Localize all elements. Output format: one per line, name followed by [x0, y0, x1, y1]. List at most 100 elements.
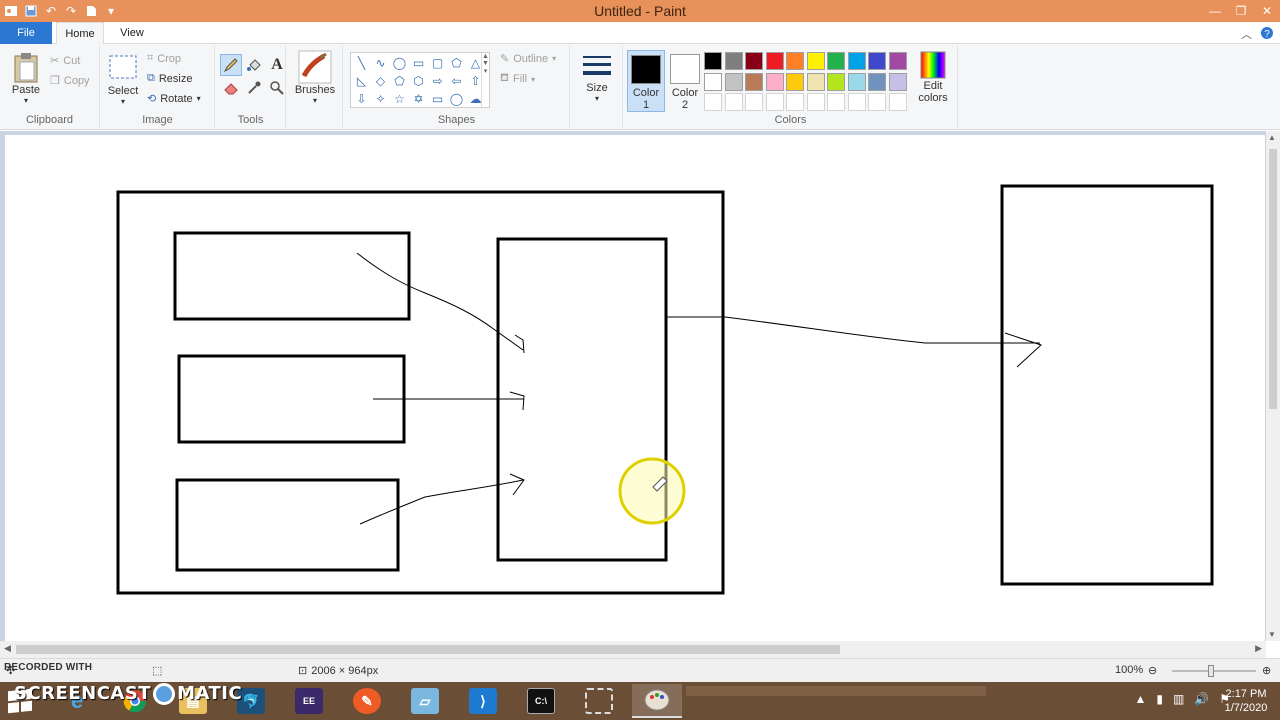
palette-swatch[interactable] [847, 52, 866, 70]
scroll-up-icon[interactable]: ▲ [1268, 133, 1276, 142]
paste-dropdown-icon[interactable]: ▾ [24, 96, 28, 105]
palette-swatch[interactable] [868, 72, 886, 91]
taskbar-notepad[interactable]: ▱ [400, 684, 450, 718]
scroll-down-icon[interactable]: ▼ [1268, 630, 1276, 639]
redo-icon[interactable]: ↷ [64, 4, 78, 18]
select-button[interactable]: Select ▾ [107, 54, 139, 106]
palette-swatch[interactable] [888, 72, 907, 91]
taskbar-paint[interactable] [632, 684, 682, 718]
drawing-canvas[interactable] [5, 135, 1265, 641]
palette-custom-swatch[interactable] [786, 93, 804, 111]
palette-custom-swatch[interactable] [765, 93, 784, 111]
magnifier-icon[interactable] [266, 77, 288, 99]
five-point-star-shape-icon[interactable]: ☆ [390, 90, 409, 108]
hexagon-shape-icon[interactable]: ⬡ [409, 72, 428, 90]
color2-button[interactable]: Color 2 [666, 50, 704, 112]
taskbar-cmd[interactable]: C:\ [516, 684, 566, 718]
palette-swatch[interactable] [765, 52, 784, 70]
right-triangle-shape-icon[interactable]: ◺ [352, 72, 371, 90]
palette-swatch[interactable] [724, 52, 743, 70]
horizontal-scroll-thumb[interactable] [16, 645, 840, 654]
shapes-scroll[interactable]: ▲ ▼ ▾ [481, 53, 489, 107]
right-arrow-shape-icon[interactable]: ⇨ [428, 72, 447, 90]
new-file-icon[interactable] [84, 4, 98, 18]
palette-swatch[interactable] [765, 72, 784, 91]
show-hidden-icons-icon[interactable]: ▲ [1134, 692, 1146, 706]
palette-custom-swatch[interactable] [847, 93, 866, 111]
color1-button[interactable]: Color 1 [627, 50, 665, 112]
palette-swatch[interactable] [786, 52, 804, 70]
palette-swatch[interactable] [806, 72, 825, 91]
taskbar-postman[interactable]: ✎ [342, 684, 392, 718]
fill-icon[interactable] [243, 54, 265, 76]
left-arrow-shape-icon[interactable]: ⇦ [447, 72, 466, 90]
curve-shape-icon[interactable]: ∿ [371, 54, 390, 72]
palette-swatch[interactable] [745, 52, 763, 70]
copy-button[interactable]: ❐ Copy [50, 74, 90, 88]
palette-swatch[interactable] [786, 72, 804, 91]
taskbar-eclipse[interactable]: EE [284, 684, 334, 718]
brushes-button[interactable]: Brushes ▾ [293, 50, 337, 105]
palette-swatch[interactable] [724, 72, 743, 91]
cut-button[interactable]: ✂ Cut [50, 54, 80, 68]
rounded-callout-shape-icon[interactable]: ▭ [428, 90, 447, 108]
polygon-shape-icon[interactable]: ⬠ [447, 54, 466, 72]
eraser-icon[interactable] [220, 77, 242, 99]
text-icon[interactable]: A [266, 54, 288, 76]
network-icon[interactable]: ▮ [1156, 692, 1163, 706]
edit-colors-button[interactable]: Edit colors [914, 50, 952, 104]
tab-home[interactable]: Home [56, 22, 104, 45]
palette-custom-swatch[interactable] [868, 93, 886, 111]
palette-swatch[interactable] [745, 72, 763, 91]
select-dropdown-icon[interactable]: ▾ [121, 97, 125, 106]
pentagon-shape-icon[interactable]: ⬠ [390, 72, 409, 90]
crop-button[interactable]: ⌗ Crop [147, 52, 181, 65]
paste-button[interactable]: Paste ▾ [8, 52, 44, 105]
rounded-rectangle-shape-icon[interactable]: ▢ [428, 54, 447, 72]
shapes-gallery[interactable]: ╲ ∿ ◯ ▭ ▢ ⬠ △ ◺ ◇ ⬠ ⬡ ⇨ ⇦ ⇧ ⇩ ✧ ☆ ✡ ▭ ◯ [350, 52, 490, 108]
palette-custom-swatch[interactable] [806, 93, 825, 111]
palette-custom-swatch[interactable] [827, 93, 845, 111]
palette-swatch[interactable] [868, 52, 886, 70]
zoom-in-icon[interactable]: ⊕ [1262, 664, 1271, 677]
undo-icon[interactable]: ↶ [44, 4, 58, 18]
palette-custom-swatch[interactable] [745, 93, 763, 111]
four-point-star-shape-icon[interactable]: ✧ [371, 90, 390, 108]
save-icon[interactable] [24, 4, 38, 18]
horizontal-scrollbar[interactable]: ◀ ▶ [0, 641, 1266, 658]
vertical-scroll-thumb[interactable] [1269, 149, 1277, 409]
six-point-star-shape-icon[interactable]: ✡ [409, 90, 428, 108]
taskbar-snipping[interactable] [574, 684, 624, 718]
oval-shape-icon[interactable]: ◯ [390, 54, 409, 72]
size-button[interactable]: Size ▾ [579, 52, 615, 103]
palette-swatch[interactable] [827, 72, 845, 91]
palette-swatch[interactable] [847, 72, 866, 91]
scroll-left-icon[interactable]: ◀ [4, 643, 11, 654]
line-shape-icon[interactable]: ╲ [352, 54, 371, 72]
palette-swatch[interactable] [806, 52, 825, 70]
palette-custom-swatch[interactable] [888, 93, 907, 111]
down-arrow-shape-icon[interactable]: ⇩ [352, 90, 371, 108]
taskbar-vscode[interactable]: ⟩ [458, 684, 508, 718]
outline-button[interactable]: ✎ Outline ▾ [500, 52, 556, 66]
help-icon[interactable]: ? [1260, 26, 1274, 43]
palette-swatch[interactable] [704, 72, 722, 91]
palette-custom-swatch[interactable] [704, 93, 722, 111]
diamond-shape-icon[interactable]: ◇ [371, 72, 390, 90]
restore-button[interactable]: ❐ [1228, 0, 1254, 22]
tab-view[interactable]: View [110, 22, 154, 44]
zoom-slider-track[interactable] [1172, 670, 1256, 672]
palette-swatch[interactable] [827, 52, 845, 70]
zoom-out-icon[interactable]: ⊖ [1148, 664, 1157, 677]
paint-app-icon[interactable] [4, 4, 18, 18]
signal-icon[interactable]: ▥ [1173, 692, 1184, 706]
oval-callout-shape-icon[interactable]: ◯ [447, 90, 466, 108]
rotate-button[interactable]: ⟲ Rotate ▾ [147, 92, 201, 106]
volume-icon[interactable]: 🔊 [1194, 692, 1209, 706]
resize-button[interactable]: ⧉ Resize [147, 72, 192, 85]
customize-qat-icon[interactable]: ▾ [104, 4, 118, 18]
minimize-button[interactable]: — [1202, 0, 1228, 22]
scroll-right-icon[interactable]: ▶ [1255, 643, 1262, 654]
zoom-slider-thumb[interactable] [1208, 665, 1214, 677]
fill-button[interactable]: ⛾ Fill ▾ [500, 72, 535, 86]
